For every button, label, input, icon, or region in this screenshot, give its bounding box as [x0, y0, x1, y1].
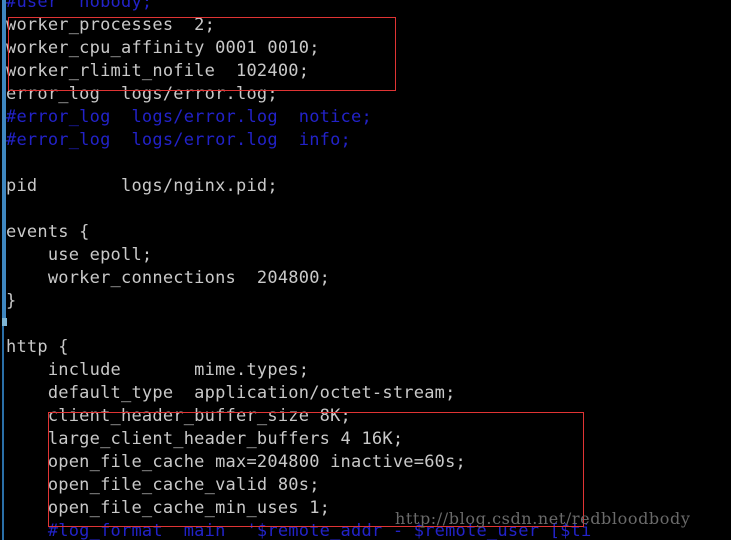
code-line: large_client_header_buffers 4 16K; — [6, 429, 404, 449]
code-line: worker_cpu_affinity 0001 0010; — [6, 38, 320, 58]
code-line: worker_rlimit_nofile 102400; — [6, 61, 310, 81]
code-editor-canvas[interactable]: #user nobody; worker_processes 2; worker_c… — [0, 0, 731, 540]
code-line: events { — [6, 222, 90, 242]
code-line: client_header_buffer_size 8K; — [6, 406, 352, 426]
watermark-url: http://blog.csdn.net/redbloodbody — [395, 509, 691, 528]
code-line: #error_log logs/error.log info; — [6, 130, 352, 150]
code-line: error_log logs/error.log; — [6, 84, 278, 104]
code-line: include mime.types; — [6, 360, 310, 380]
code-line: pid logs/nginx.pid; — [6, 176, 278, 196]
code-line: worker_connections 204800; — [6, 268, 331, 288]
code-line: default_type application/octet-stream; — [6, 383, 456, 403]
code-line: http { — [6, 337, 69, 357]
code-line: open_file_cache_valid 80s; — [6, 475, 320, 495]
code-line: #user nobody; — [6, 0, 153, 12]
code-line: #error_log logs/error.log notice; — [6, 107, 372, 127]
code-line: open_file_cache max=204800 inactive=60s; — [6, 452, 467, 472]
code-line: use epoll; — [6, 245, 153, 265]
code-line: worker_processes 2; — [6, 15, 216, 35]
code-line: } — [6, 291, 17, 311]
code-text-area[interactable]: #user nobody; worker_processes 2; worker_c… — [0, 0, 731, 540]
